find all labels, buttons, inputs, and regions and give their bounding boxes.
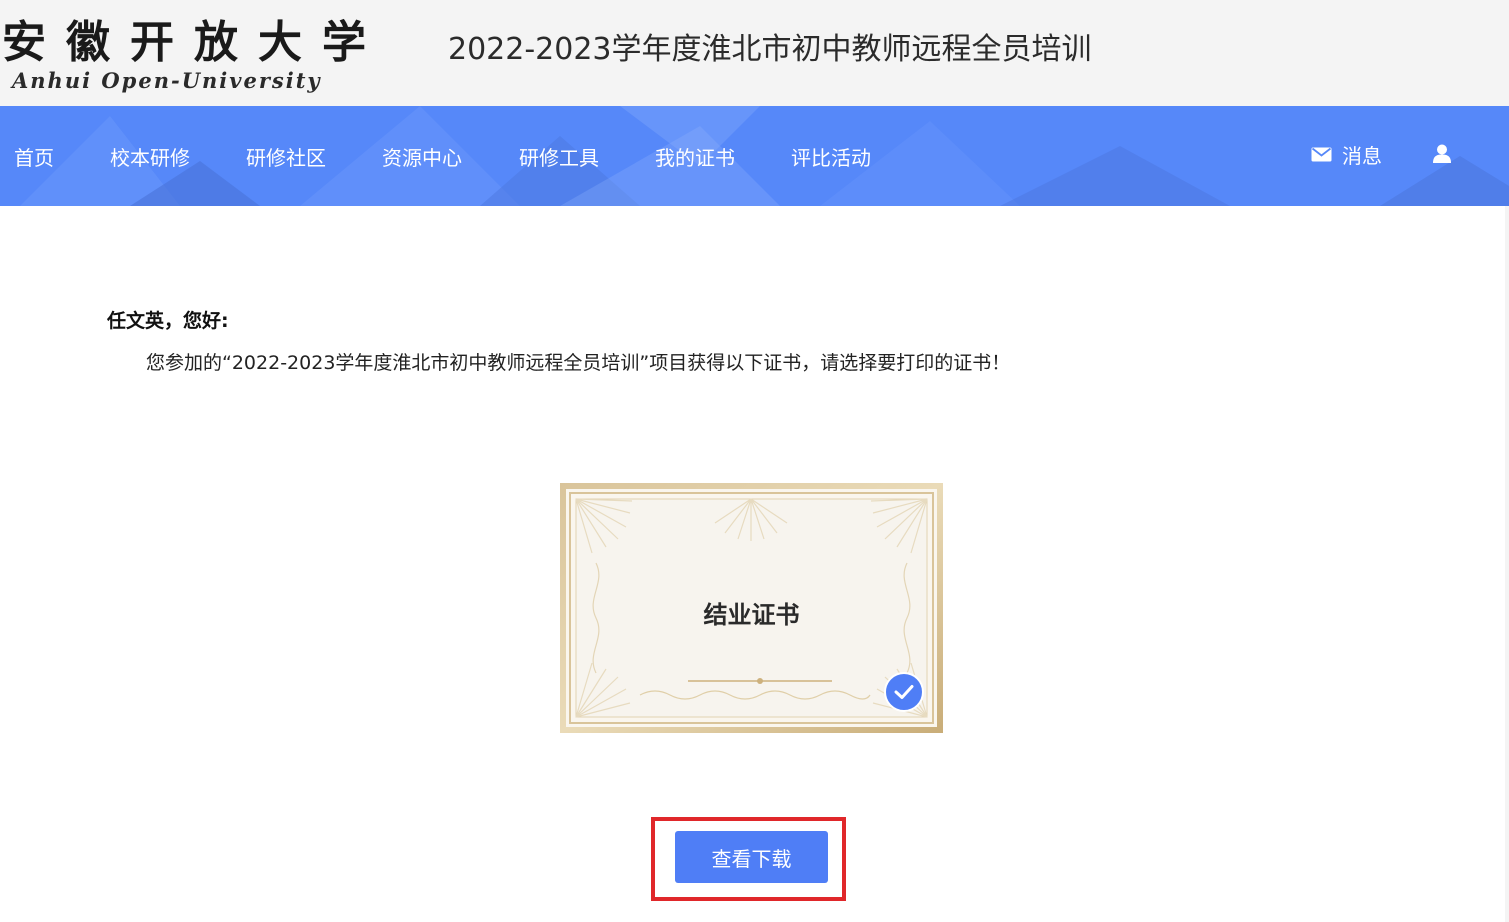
mail-icon [1311, 147, 1332, 162]
header: 安徽开放大学 Anhui Open-University 2022-2023学年… [0, 0, 1509, 106]
nav-background-mountains [20, 106, 1509, 206]
certificate-message: 您参加的“2022-2023学年度淮北市初中教师远程全员培训”项目获得以下证书，… [146, 352, 1011, 374]
logo-chinese-text: 安徽开放大学 [2, 17, 386, 68]
nav-item-my-certificates[interactable]: 我的证书 [655, 142, 735, 171]
nav-messages[interactable]: 消息 [1311, 140, 1382, 169]
certificate-title: 结业证书 [703, 601, 800, 629]
university-logo[interactable]: 安徽开放大学 Anhui Open-University [2, 6, 422, 98]
view-download-button[interactable]: 查看下载 [675, 831, 828, 883]
user-icon [1433, 144, 1451, 163]
nav-item-school-research[interactable]: 校本研修 [110, 142, 190, 171]
check-icon [884, 672, 924, 712]
main-nav: 首页 校本研修 研修社区 资源中心 研修工具 我的证书 评比活动 消息 [0, 106, 1509, 206]
logo-english-text: Anhui Open-University [12, 68, 322, 93]
site-title: 2022-2023学年度淮北市初中教师远程全员培训 [448, 32, 1092, 67]
messages-label: 消息 [1342, 144, 1382, 168]
nav-item-resources[interactable]: 资源中心 [382, 142, 462, 171]
nav-item-home[interactable]: 首页 [14, 142, 54, 171]
nav-item-evaluation[interactable]: 评比活动 [791, 142, 871, 171]
main-content: 任文英，您好: 您参加的“2022-2023学年度淮北市初中教师远程全员培训”项… [0, 206, 1505, 922]
greeting: 任文英，您好: [107, 310, 229, 332]
nav-item-community[interactable]: 研修社区 [246, 142, 326, 171]
nav-item-tools[interactable]: 研修工具 [519, 142, 599, 171]
user-menu[interactable] [1433, 144, 1451, 163]
certificate-card[interactable]: 结业证书 [560, 483, 943, 733]
